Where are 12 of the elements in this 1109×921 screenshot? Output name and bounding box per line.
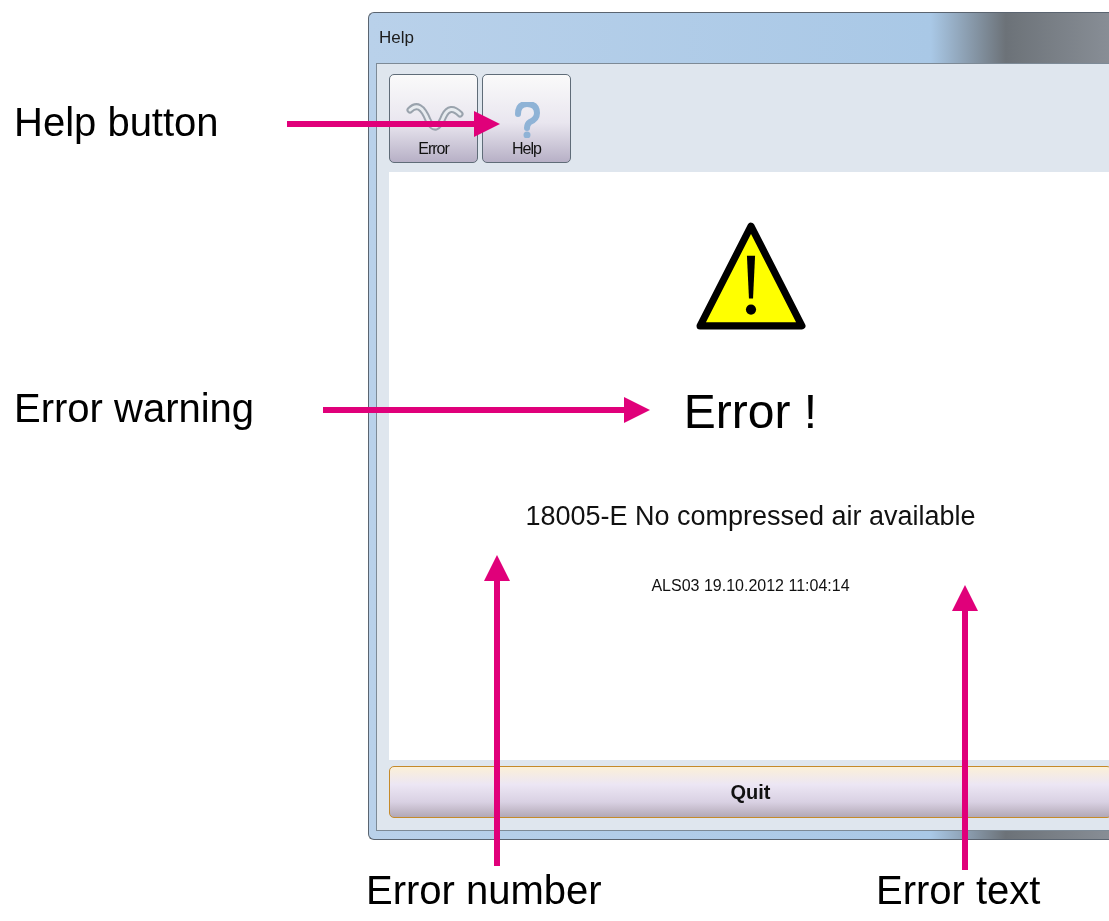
error-message: 18005-E No compressed air available xyxy=(525,501,976,532)
window-title: Help xyxy=(379,28,414,48)
warning-icon xyxy=(694,220,807,332)
quit-button[interactable]: Quit xyxy=(389,766,1109,818)
error-button[interactable]: Error xyxy=(389,74,478,163)
help-button[interactable]: Help xyxy=(482,74,571,163)
callout-label: Error warning xyxy=(14,386,255,430)
error-details: ALS03 19.10.2012 11:04:14 xyxy=(651,577,850,595)
callout-label: Help button xyxy=(14,100,219,144)
callout-label: Error number xyxy=(366,868,602,912)
alert-heading: Error ! xyxy=(683,384,818,439)
callout-label: Error text xyxy=(876,868,1041,912)
